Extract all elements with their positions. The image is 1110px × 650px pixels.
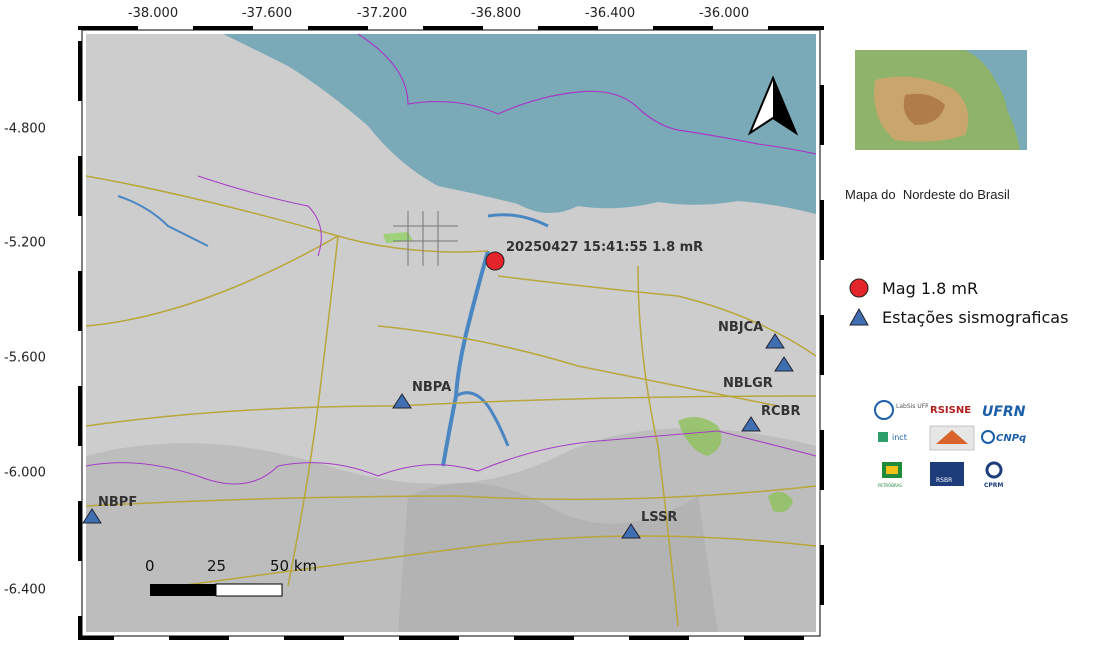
lon-tick-label: -37.600	[241, 6, 293, 21]
lat-tick-label: -5.200	[4, 235, 46, 251]
svg-text:CPRM: CPRM	[984, 482, 1003, 489]
svg-text:CNPq: CNPq	[996, 433, 1026, 444]
labsis-logo: LabSis UFRN	[874, 400, 934, 420]
svg-text:RSISNE: RSISNE	[930, 405, 971, 416]
lat-tick-label: -4.800	[4, 121, 46, 137]
station-label-lssr: LSSR	[641, 510, 677, 525]
emblem-logo	[929, 425, 975, 451]
petrobras-logo: PETROBRAS	[878, 462, 902, 488]
institution-logos: LabSis UFRN RSISNE UFRN inct CNPq PETROB…	[874, 400, 1026, 489]
map-panel[interactable]: 20250427 15:41:55 1.8 mR NBJCA NBLGR RCB…	[78, 26, 824, 640]
rsbr-logo: RSBR	[930, 462, 964, 486]
lon-tick-label: -36.400	[584, 6, 636, 21]
cprm-logo: CPRM	[984, 461, 1003, 489]
legend-label-stations: Estações sismograficas	[882, 307, 1069, 327]
station-label-rcbr: RCBR	[761, 404, 800, 419]
lon-tick-label: -36.000	[698, 6, 750, 21]
event-label: 20250427 15:41:55 1.8 mR	[506, 240, 703, 255]
ufrn-logo: UFRN	[982, 404, 1026, 420]
lat-tick-label: -6.400	[4, 582, 46, 598]
cnpq-logo: CNPq	[981, 430, 1026, 444]
legend-item-event: Mag 1.8 mR	[848, 277, 978, 299]
svg-text:PETROBRAS: PETROBRAS	[878, 483, 902, 488]
blue-triangle-icon	[849, 307, 869, 326]
lon-tick-label: -36.800	[470, 6, 522, 21]
lon-tick-label: -38.000	[127, 6, 179, 21]
station-label-nbpf: NBPF	[98, 495, 137, 510]
scale-label-25: 25	[207, 557, 226, 575]
legend-item-stations: Estações sismograficas	[848, 306, 1068, 328]
event-marker[interactable]	[485, 251, 505, 271]
inset-caption: Mapa do Nordeste do Brasil	[845, 187, 1010, 202]
scale-label-50: 50 km	[270, 557, 317, 575]
station-label-nblgr: NBLGR	[723, 376, 773, 391]
station-label-nbpa: NBPA	[412, 380, 451, 395]
inct-logo: inct	[878, 432, 907, 442]
lon-tick-label: -37.200	[356, 6, 408, 21]
scale-label-0: 0	[145, 557, 155, 575]
lat-tick-label: -6.000	[4, 465, 46, 481]
red-circle-icon	[849, 278, 869, 298]
rsisne-logo: RSISNE	[928, 400, 976, 418]
station-label-nbjca: NBJCA	[718, 320, 763, 335]
inset-map	[855, 50, 1027, 150]
legend-label-event: Mag 1.8 mR	[882, 278, 979, 298]
svg-text:RSBR: RSBR	[936, 477, 952, 484]
svg-text:UFRN: UFRN	[982, 404, 1026, 420]
svg-text:inct: inct	[892, 433, 907, 442]
lat-tick-label: -5.600	[4, 350, 46, 366]
